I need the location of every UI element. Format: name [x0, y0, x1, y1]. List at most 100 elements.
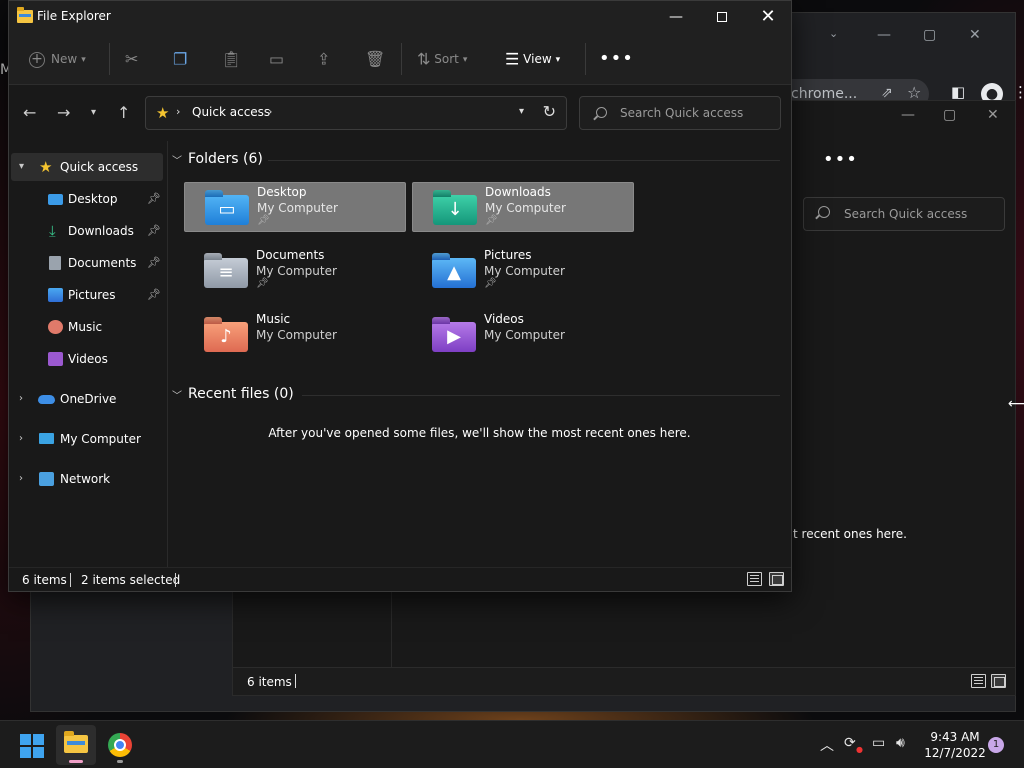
share-button[interactable]: ⇪	[317, 47, 330, 71]
breadcrumb-chevron-icon[interactable]: ›	[176, 105, 180, 118]
copy-button[interactable]: ❐	[173, 47, 187, 71]
nav-item-network[interactable]: › Network	[11, 465, 163, 493]
clock[interactable]: 9:43 AM 12/7/2022	[920, 729, 990, 761]
nav-item-label: Documents	[68, 256, 137, 270]
nav-item-onedrive[interactable]: › OneDrive	[11, 385, 163, 413]
nav-item-label: Network	[60, 472, 111, 486]
folder-thumbnail: ▲	[432, 254, 476, 288]
desktop-folder-icon: ▭	[205, 195, 249, 225]
address-history-dropdown[interactable]: ▾	[519, 106, 524, 117]
status-separator	[175, 573, 176, 587]
star-icon: ★	[39, 158, 53, 176]
notification-badge[interactable]: 1	[988, 737, 1004, 753]
chrome-maximize-button[interactable]: ▢	[923, 27, 936, 43]
breadcrumb-chevron-icon[interactable]: ›	[268, 105, 272, 118]
recent-locations-button[interactable]: ▾	[91, 107, 96, 118]
pin-icon: 📌︎	[484, 278, 497, 289]
folder-tile-desktop[interactable]: ▭ Desktop My Computer 📌︎	[184, 182, 406, 232]
maximize-button[interactable]	[699, 1, 745, 33]
nav-item-desktop[interactable]: Desktop 📌︎	[11, 185, 163, 213]
expand-chevron-icon[interactable]: ›	[19, 385, 23, 413]
bg-empty-message: t recent ones here.	[793, 527, 907, 541]
nav-item-my-computer[interactable]: › My Computer	[11, 425, 163, 453]
music-note-icon: ♪	[220, 326, 232, 347]
mountain-icon: ▲	[447, 262, 461, 283]
folder-location: My Computer	[256, 264, 337, 278]
collapse-chevron-icon[interactable]: ▾	[19, 153, 24, 181]
folders-section-header[interactable]: ﹀ Folders (6)	[172, 151, 263, 167]
sort-icon: ⇅	[417, 49, 431, 69]
tiles-view-icon[interactable]	[991, 674, 1006, 688]
pictures-icon	[48, 288, 63, 302]
chrome-menu-icon[interactable]: ⋮	[1013, 83, 1024, 101]
chrome-tab-search-icon[interactable]: ⌄	[829, 27, 838, 40]
bg-maximize-button[interactable]: ▢	[943, 107, 956, 123]
side-panel-icon[interactable]: ◧	[951, 83, 965, 101]
volume-icon[interactable]: 🔊︎	[896, 735, 905, 751]
forward-button[interactable]: →	[57, 103, 70, 122]
folder-name: Desktop	[257, 185, 307, 199]
nav-item-label: Videos	[68, 352, 108, 366]
view-button[interactable]: ☰ View ▾	[505, 47, 560, 71]
bg-minimize-button[interactable]: —	[901, 107, 915, 123]
file-explorer-window: File Explorer — ✕ + New ▾ ✂ ❐ 📋︎ ▭ ⇪ 🗑︎ ⇅ …	[8, 0, 792, 592]
nav-item-music[interactable]: Music	[11, 313, 163, 341]
rename-button[interactable]: ▭	[269, 47, 284, 71]
sort-button[interactable]: ⇅ Sort ▾	[417, 47, 467, 71]
address-bar[interactable]: ★ › Quick access › ▾ ↻	[145, 96, 567, 130]
folder-thumbnail: ♪	[204, 318, 248, 352]
refresh-button[interactable]: ↻	[543, 102, 556, 121]
title-bar[interactable]: File Explorer — ✕	[9, 1, 791, 33]
folder-name: Documents	[256, 248, 325, 262]
nav-item-quick-access[interactable]: ▾ ★ Quick access	[11, 153, 163, 181]
folder-tile-documents[interactable]: ≡ Documents My Computer 📌︎	[184, 246, 406, 296]
minimize-button[interactable]: —	[653, 1, 699, 33]
taskbar-file-explorer[interactable]	[56, 725, 96, 765]
breadcrumb-quick-access[interactable]: Quick access	[192, 105, 270, 119]
start-button[interactable]	[20, 734, 44, 758]
collapse-chevron-icon: ﹀	[172, 390, 182, 402]
expand-chevron-icon[interactable]: ›	[19, 425, 23, 453]
paste-button[interactable]: 📋︎	[221, 47, 241, 71]
clipboard-icon: 📋︎	[221, 49, 242, 69]
nav-item-documents[interactable]: Documents 📌︎	[11, 249, 163, 277]
delete-button[interactable]: 🗑︎	[365, 47, 385, 71]
chrome-close-button[interactable]: ✕	[969, 27, 981, 43]
search-input[interactable]: Search Quick access	[579, 96, 781, 130]
expand-chevron-icon[interactable]: ›	[19, 465, 23, 493]
tiles-view-icon[interactable]	[769, 572, 784, 586]
downloads-folder-icon: ↓	[433, 195, 477, 225]
more-options-button[interactable]: •••	[599, 47, 634, 71]
details-view-icon[interactable]	[971, 674, 986, 688]
file-explorer-icon	[17, 7, 33, 23]
up-button[interactable]: ↑	[117, 103, 130, 122]
bg-search-input[interactable]: Search Quick access	[803, 197, 1005, 231]
nav-item-pictures[interactable]: Pictures 📌︎	[11, 281, 163, 309]
recent-files-section-header[interactable]: ﹀ Recent files (0)	[172, 386, 294, 402]
folder-tile-downloads[interactable]: ↓ Downloads My Computer 📌︎	[412, 182, 634, 232]
show-hidden-icons-chevron-icon[interactable]: ︿	[820, 735, 834, 755]
folder-tile-music[interactable]: ♪ Music My Computer	[184, 310, 406, 360]
file-explorer-icon	[64, 731, 88, 753]
taskbar-chrome[interactable]	[100, 725, 140, 765]
share-icon[interactable]: ⇗	[881, 85, 893, 101]
nav-item-videos[interactable]: Videos	[11, 345, 163, 373]
close-button[interactable]: ✕	[745, 1, 791, 33]
chrome-minimize-button[interactable]: —	[877, 27, 891, 43]
sync-icon[interactable]: ⟳	[844, 735, 856, 751]
bg-close-button[interactable]: ✕	[987, 107, 999, 123]
details-view-icon[interactable]	[747, 572, 762, 586]
documents-folder-icon: ≡	[204, 258, 248, 288]
new-button[interactable]: + New ▾	[29, 47, 86, 71]
cut-button[interactable]: ✂	[125, 47, 138, 71]
bg-more-options-icon[interactable]: •••	[823, 149, 858, 170]
folder-tile-pictures[interactable]: ▲ Pictures My Computer 📌︎	[412, 246, 634, 296]
network-icon[interactable]: ▭	[872, 735, 885, 751]
scissors-icon: ✂	[125, 49, 139, 69]
folder-tile-videos[interactable]: ▶ Videos My Computer	[412, 310, 634, 360]
download-icon: ⤓	[49, 222, 56, 240]
toolbar-separator	[585, 43, 586, 75]
back-button[interactable]: ←	[23, 103, 36, 122]
nav-item-downloads[interactable]: ⤓ Downloads 📌︎	[11, 217, 163, 245]
address-row: ← → ▾ ↑ ★ › Quick access › ▾ ↻ Search Qu…	[9, 85, 791, 141]
